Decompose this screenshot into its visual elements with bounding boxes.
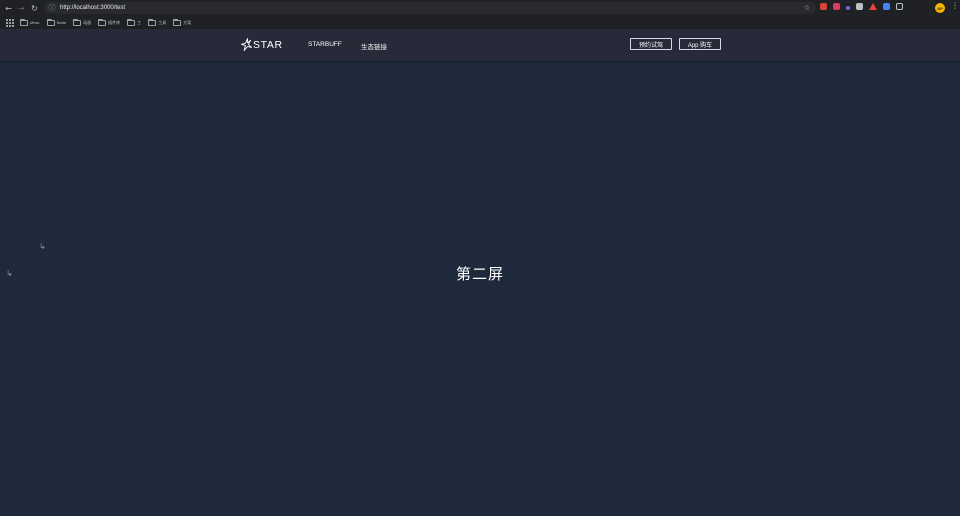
site-logo[interactable]: STAR (241, 38, 283, 51)
profile-avatar[interactable]: AP (935, 3, 945, 13)
forward-arrow-icon[interactable]: → (15, 2, 28, 15)
extensions-puzzle-icon[interactable] (896, 3, 903, 10)
bookmark-folder[interactable]: Node (46, 18, 66, 26)
extension-icon[interactable] (846, 6, 850, 10)
bookmarks-bar: Mesc Node 动画 插件库 工 工具 方案 (0, 16, 960, 30)
bookmark-folder[interactable]: Mesc (20, 18, 40, 26)
back-arrow-icon[interactable]: ← (2, 2, 15, 15)
extension-icon[interactable] (883, 3, 890, 10)
bookmark-folder[interactable]: 动画 (73, 18, 91, 26)
browser-toolbar: ← → ↻ ⓘ http://localhost:3000/test ☆ AP … (0, 0, 960, 16)
folder-icon (148, 18, 157, 26)
text-cursor-icon: ↳ (6, 269, 13, 278)
reload-icon[interactable]: ↻ (28, 2, 41, 15)
folder-icon (73, 18, 82, 26)
text-cursor-icon: ↳ (39, 242, 46, 251)
page-title: 第二屏 (455, 266, 504, 283)
folder-icon (127, 18, 136, 26)
folder-icon (20, 18, 28, 26)
extension-icon[interactable] (869, 3, 877, 10)
extension-icon[interactable] (833, 3, 840, 10)
extension-icon[interactable] (820, 3, 827, 10)
star-logo-icon (241, 38, 252, 51)
bookmark-folder[interactable]: 工 (127, 18, 141, 26)
site-info-icon[interactable]: ⓘ (46, 3, 58, 13)
apps-grid-icon[interactable] (6, 18, 14, 27)
extension-icon[interactable] (856, 3, 863, 10)
folder-icon (46, 18, 55, 26)
browser-menu-icon[interactable]: ⋮ (951, 1, 959, 10)
nav-link-ecosystem[interactable]: 生态链接 (361, 41, 387, 51)
app-purchase-button[interactable]: App 购车 (679, 38, 721, 50)
book-test-drive-button[interactable]: 预约试驾 (630, 38, 672, 50)
bookmark-folder[interactable]: 插件库 (98, 18, 120, 26)
folder-icon (173, 18, 182, 26)
folder-icon (98, 18, 107, 26)
logo-text: STAR (253, 38, 283, 51)
extensions-bar (820, 3, 909, 10)
address-bar[interactable]: ⓘ http://localhost:3000/test ☆ (44, 2, 816, 14)
nav-link-starbuff[interactable]: STARBUFF (308, 41, 342, 48)
bookmark-folder[interactable]: 方案 (173, 18, 191, 26)
bookmark-folder[interactable]: 工具 (148, 18, 166, 26)
site-header: STAR STARBUFF 生态链接 预约试驾 App 购车 (0, 30, 960, 61)
bookmark-star-icon[interactable]: ☆ (804, 2, 810, 14)
url-text[interactable]: http://localhost:3000/test (60, 5, 125, 11)
